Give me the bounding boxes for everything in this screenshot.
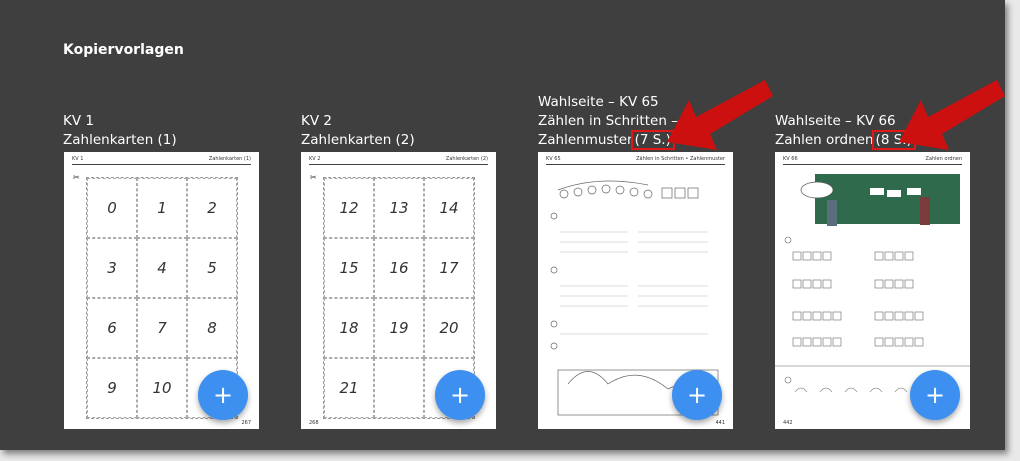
add-button[interactable]: +	[198, 370, 248, 420]
card-title-line1: Wahlseite – KV 66	[775, 113, 896, 129]
card-title-line1: KV 2	[301, 113, 332, 129]
section-title: Kopiervorlagen	[63, 42, 184, 58]
thumbnail-footer: 268	[309, 420, 319, 426]
number-card: 2	[187, 178, 237, 238]
number-card: 14	[424, 178, 474, 238]
card-title-line1: Wahlseite – KV 65	[538, 94, 659, 110]
number-card: 17	[424, 238, 474, 298]
kopiervorlagen-panel: Kopiervorlagen KV 1 Zahlenkarten (1) KV …	[0, 0, 1005, 450]
number-card: 15	[324, 238, 374, 298]
number-card: 20	[424, 298, 474, 358]
number-card: 5	[187, 238, 237, 298]
thumbnail-footer: 441	[715, 420, 725, 426]
card-title-line2: Zahlen ordnen	[775, 132, 874, 148]
number-card	[374, 358, 424, 418]
number-card: 16	[374, 238, 424, 298]
number-card: 19	[374, 298, 424, 358]
red-arrow-annotation	[899, 80, 1005, 150]
add-button[interactable]: +	[435, 370, 485, 420]
number-card: 12	[324, 178, 374, 238]
number-card: 0	[87, 178, 137, 238]
thumbnail-header: KV 2 Zahlenkarten (2)	[309, 156, 488, 165]
card-title-line2: Zahlenkarten (1)	[63, 132, 177, 148]
number-card: 8	[187, 298, 237, 358]
add-button[interactable]: +	[672, 370, 722, 420]
thumbnail-footer: 442	[783, 420, 793, 426]
number-card: 13	[374, 178, 424, 238]
card-title-line2: Zählen in Schritten –	[538, 113, 678, 129]
thumbnail-footer: 267	[241, 420, 251, 426]
card-title-kv2[interactable]: KV 2 Zahlenkarten (2)	[301, 108, 501, 150]
scissors-icon: ✂	[310, 173, 317, 182]
scissors-icon: ✂	[73, 173, 80, 182]
number-card: 4	[137, 238, 187, 298]
number-card: 10	[137, 358, 187, 418]
number-card: 21	[324, 358, 374, 418]
number-card: 9	[87, 358, 137, 418]
number-card: 1	[137, 178, 187, 238]
number-card: 18	[324, 298, 374, 358]
red-arrow-annotation	[667, 80, 773, 150]
thumbnail-header: KV 1 Zahlenkarten (1)	[72, 156, 251, 165]
number-card: 7	[137, 298, 187, 358]
card-title-line3: Zahlenmuster	[538, 132, 633, 148]
number-card: 6	[87, 298, 137, 358]
card-title-line2: Zahlenkarten (2)	[301, 132, 415, 148]
number-card: 3	[87, 238, 137, 298]
card-title-kv1[interactable]: KV 1 Zahlenkarten (1)	[63, 108, 263, 150]
add-button[interactable]: +	[910, 370, 960, 420]
card-title-line1: KV 1	[63, 113, 94, 129]
